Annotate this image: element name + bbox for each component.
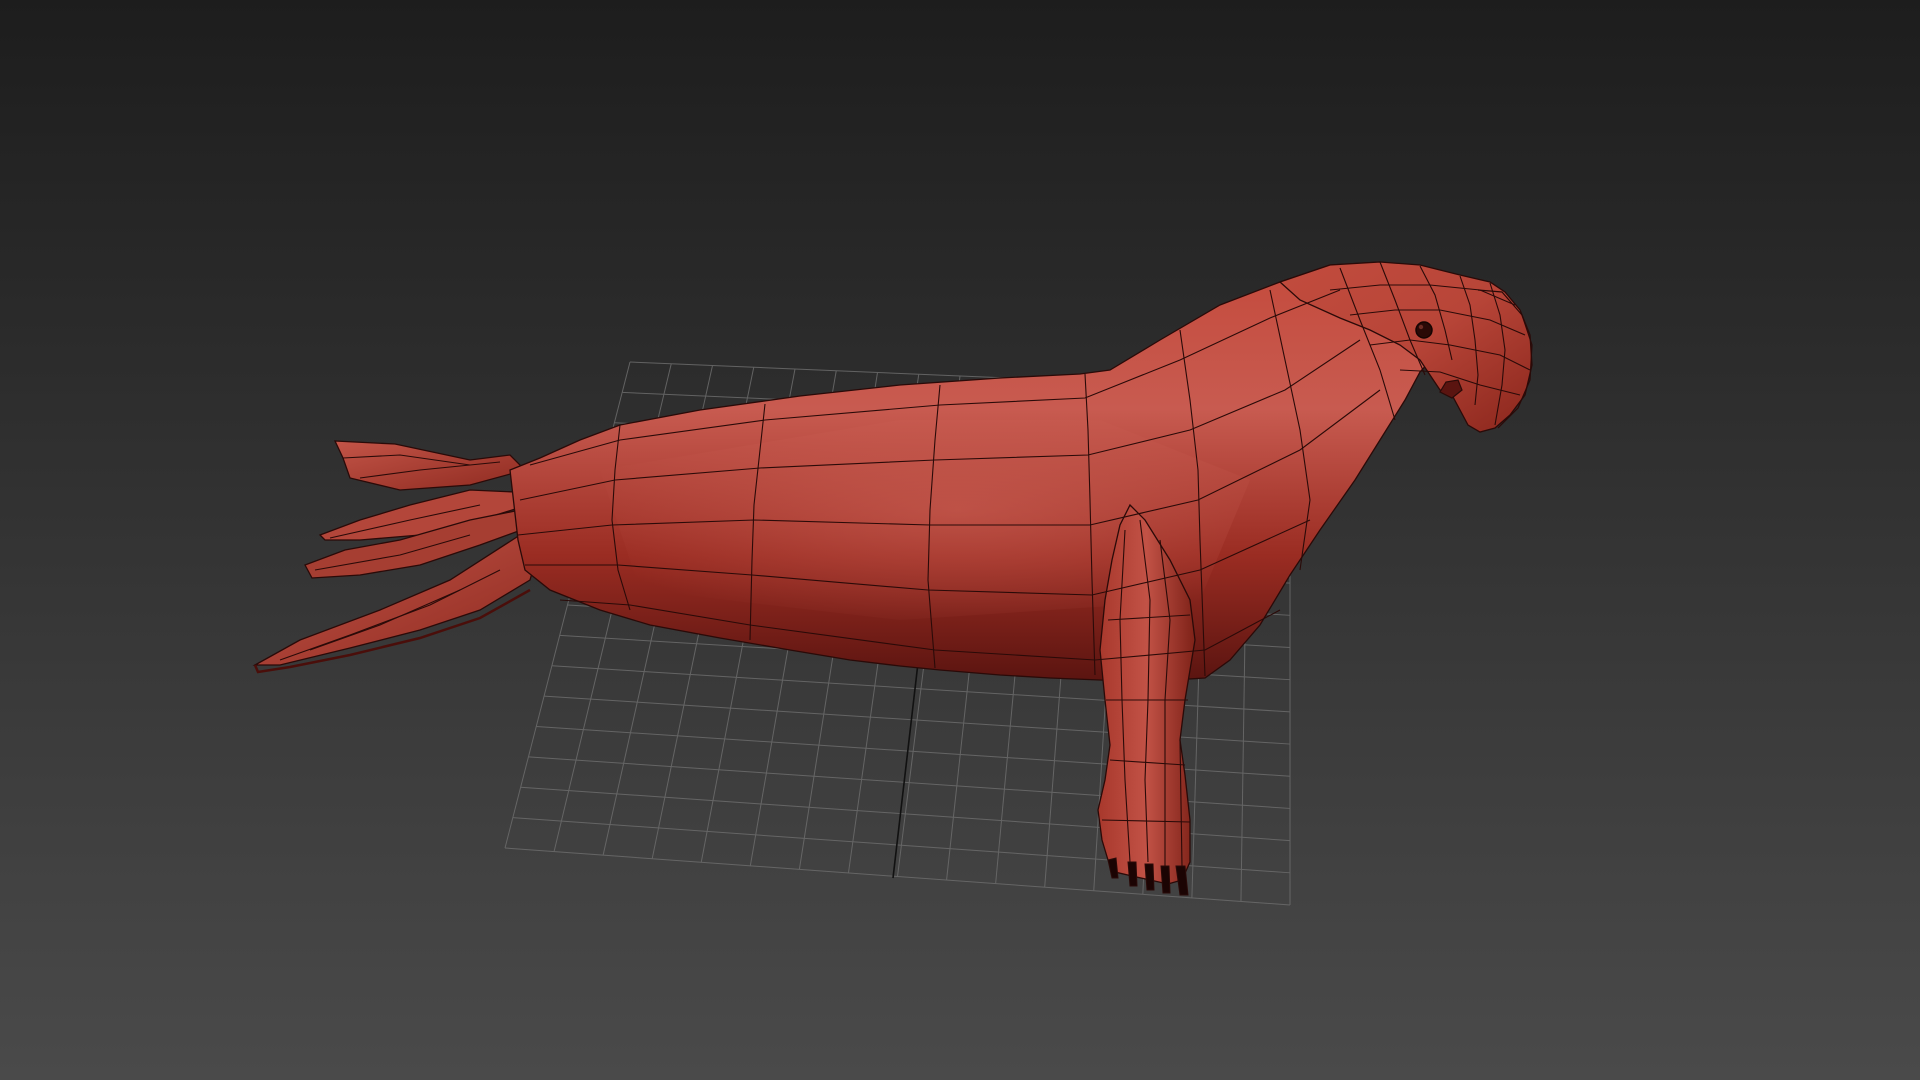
seal-body (509, 261, 1451, 683)
3d-viewport[interactable] (0, 0, 1920, 1080)
rear-flippers (252, 440, 541, 674)
eye (1415, 321, 1433, 339)
viewport-scene[interactable] (0, 0, 1920, 1080)
